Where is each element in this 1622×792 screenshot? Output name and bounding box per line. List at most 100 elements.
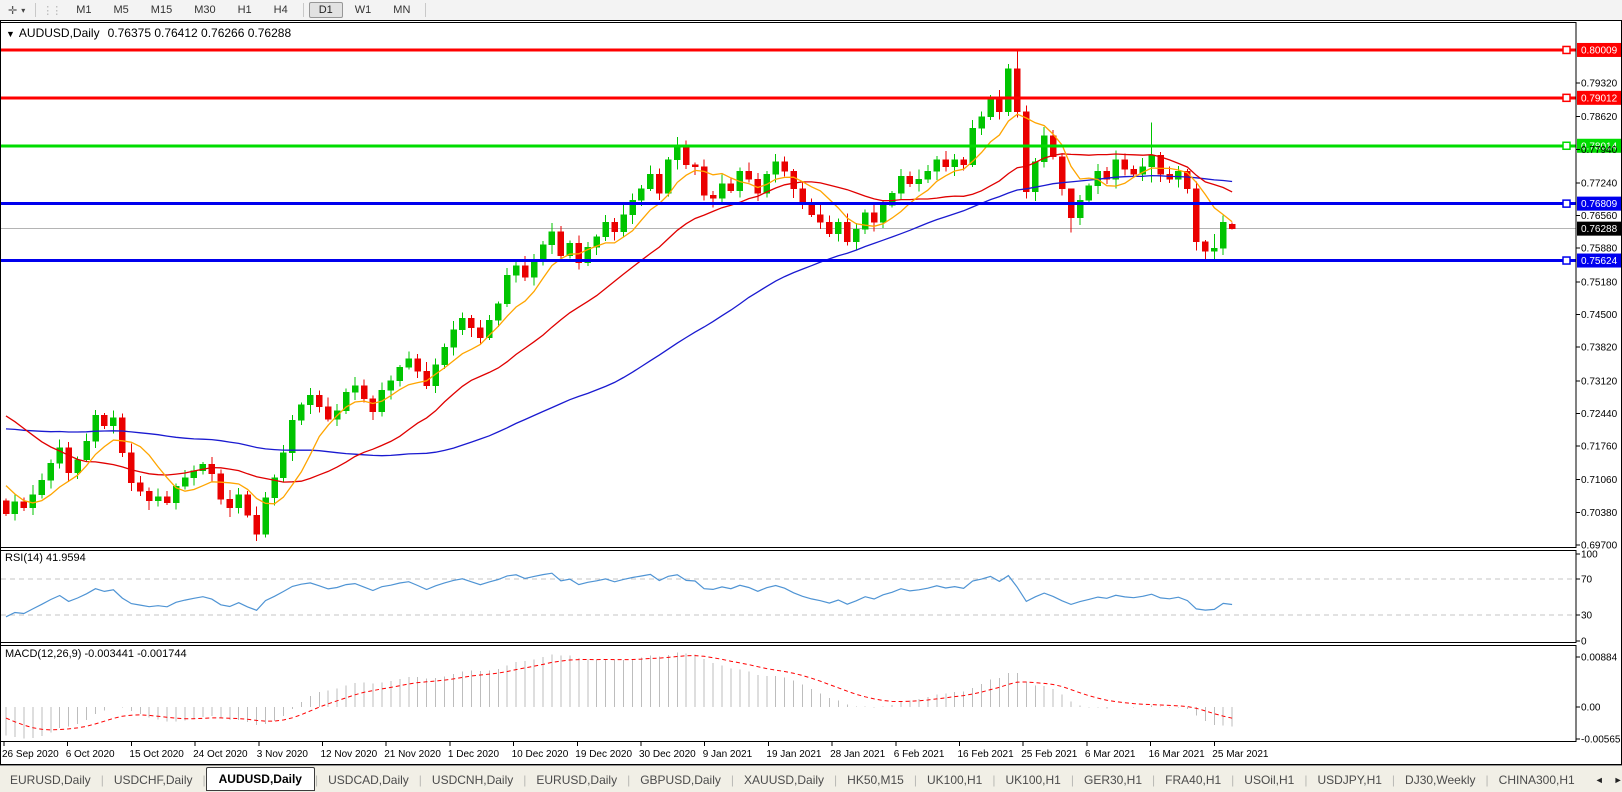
candle-body xyxy=(137,483,143,492)
rsi-axis-label: 30 xyxy=(1581,611,1593,622)
candle-body xyxy=(66,448,72,473)
candle-body xyxy=(101,415,107,426)
candle-body xyxy=(871,213,877,223)
timeframe-button-D1[interactable]: D1 xyxy=(309,2,343,18)
chart-tab-HK50-M15[interactable]: HK50,M15 xyxy=(837,769,914,791)
candle-body xyxy=(406,359,412,368)
chart-tab-USDCNH-Daily[interactable]: USDCNH,Daily xyxy=(422,769,523,791)
candle-body xyxy=(996,97,1002,111)
candle-body xyxy=(254,515,260,534)
timeframe-toolbar: ✛▾ ⋮⋮M1M5M15M30H1H4 D1W1MN xyxy=(0,0,1622,21)
candle-body xyxy=(817,215,823,223)
toolbar-separator xyxy=(303,3,304,17)
timeframe-button-M5[interactable]: M5 xyxy=(104,2,139,18)
candle-body xyxy=(110,418,116,426)
chart-title-symbol: AUDUSD,Daily xyxy=(19,26,100,40)
candle-body xyxy=(236,495,242,508)
candle-body xyxy=(692,165,698,167)
candle-body xyxy=(1023,112,1029,192)
timeframe-button-M30[interactable]: M30 xyxy=(184,2,225,18)
timeframe-button-H1[interactable]: H1 xyxy=(228,2,262,18)
candle-body xyxy=(782,162,788,172)
candle-body xyxy=(943,160,949,167)
candle-body xyxy=(549,232,555,245)
chart-tab-UK100-H1[interactable]: UK100,H1 xyxy=(995,769,1070,791)
date-tick-label: 12 Nov 2020 xyxy=(321,749,378,760)
timeframe-button-M15[interactable]: M15 xyxy=(141,2,182,18)
timeframe-button-M1[interactable]: M1 xyxy=(66,2,101,18)
candle-body xyxy=(880,205,886,222)
candle-body xyxy=(1122,160,1128,170)
chart-tab-USDCAD-Daily[interactable]: USDCAD,Daily xyxy=(318,769,419,791)
price-tick-label: 0.76560 xyxy=(1581,211,1618,222)
hline-price-label: 0.80009 xyxy=(1581,45,1618,56)
candle-body xyxy=(451,330,457,347)
candle-body xyxy=(442,347,448,365)
hline-price-label: 0.76809 xyxy=(1581,199,1618,210)
date-tick-label: 16 Feb 2021 xyxy=(958,749,1015,760)
tab-scroll-controls: ◄► xyxy=(1585,775,1622,785)
toolbar-separator xyxy=(35,3,36,17)
chart-tab-EURUSD-Daily[interactable]: EURUSD,Daily xyxy=(526,769,627,791)
candle-body xyxy=(826,222,832,234)
price-tick-label: 0.77240 xyxy=(1581,178,1618,189)
candle-body xyxy=(952,160,958,167)
candle-body xyxy=(961,160,967,165)
candle-body xyxy=(1113,160,1119,179)
candle-body xyxy=(316,395,322,407)
chart-tab-USDJPY-H1[interactable]: USDJPY,H1 xyxy=(1307,769,1391,791)
chart-tab-AUDUSD-Daily[interactable]: AUDUSD,Daily xyxy=(206,767,315,791)
price-tick-label: 0.77940 xyxy=(1581,145,1618,156)
price-tick-label: 0.75180 xyxy=(1581,277,1618,288)
hline-handle xyxy=(1563,94,1570,101)
candle-body xyxy=(638,189,644,201)
chart-tab-UK100-H1[interactable]: UK100,H1 xyxy=(917,769,992,791)
timeframe-button-MN[interactable]: MN xyxy=(383,2,420,18)
chart-tab-EURUSD-Daily[interactable]: EURUSD,Daily xyxy=(0,769,101,791)
date-tick-label: 19 Jan 2021 xyxy=(766,749,821,760)
tab-scroll-right-icon[interactable]: ► xyxy=(1614,775,1622,785)
candle-body xyxy=(12,502,18,514)
chart-tabs-bar: EURUSD,Daily|USDCHF,Daily|AUDUSD,Daily|U… xyxy=(0,765,1622,792)
chart-title: ▼AUDUSD,Daily0.76375 0.76412 0.76266 0.7… xyxy=(6,26,291,40)
rsi-axis-label: 70 xyxy=(1581,575,1593,586)
candle-body xyxy=(164,497,170,503)
date-tick-label: 6 Oct 2020 xyxy=(66,749,115,760)
chart-tab-XAUUSD-Daily[interactable]: XAUUSD,Daily xyxy=(734,769,834,791)
candle-body xyxy=(182,478,188,487)
candle-body xyxy=(48,463,54,480)
chart-tab-FRA40-H1[interactable]: FRA40,H1 xyxy=(1155,769,1231,791)
main-chart-svg[interactable]: 0.762880.800090.790120.780140.768090.756… xyxy=(0,20,1622,765)
price-tick-label: 0.71760 xyxy=(1581,442,1618,453)
candle-body xyxy=(1014,69,1020,112)
chart-tab-DJ30-Weekly[interactable]: DJ30,Weekly xyxy=(1395,769,1485,791)
toolbar-grip[interactable]: ⋮⋮ xyxy=(40,4,65,17)
hline-price-label: 0.79012 xyxy=(1581,93,1618,104)
timeframe-button-H4[interactable]: H4 xyxy=(264,2,298,18)
chart-tab-USDCHF-Daily[interactable]: USDCHF,Daily xyxy=(104,769,203,791)
crosshair-tool-button[interactable]: ✛ xyxy=(0,3,21,18)
date-tick-label: 6 Feb 2021 xyxy=(894,749,945,760)
timeframe-button-W1[interactable]: W1 xyxy=(345,2,382,18)
candle-body xyxy=(361,386,367,399)
price-tick-label: 0.75880 xyxy=(1581,244,1618,255)
candle-body xyxy=(370,399,376,412)
date-tick-label: 25 Feb 2021 xyxy=(1021,749,1078,760)
candle-body xyxy=(227,499,233,507)
candle-body xyxy=(934,160,940,172)
chart-dropdown-icon[interactable]: ▼ xyxy=(6,29,15,39)
tab-scroll-left-icon[interactable]: ◄ xyxy=(1595,775,1604,785)
hline-handle xyxy=(1563,46,1570,53)
tool-dropdown-caret[interactable]: ▾ xyxy=(21,6,31,15)
candle-body xyxy=(424,371,430,385)
chart-tab-CHINA300-H1[interactable]: CHINA300,H1 xyxy=(1489,769,1585,791)
candle-body xyxy=(979,117,985,129)
chart-tab-GBPUSD-Daily[interactable]: GBPUSD,Daily xyxy=(630,769,731,791)
candle-body xyxy=(84,441,90,459)
candle-body xyxy=(791,171,797,188)
candle-body xyxy=(522,266,528,278)
candle-body xyxy=(325,407,331,419)
chart-tab-GER30-H1[interactable]: GER30,H1 xyxy=(1074,769,1152,791)
chart-tab-USOil-H1[interactable]: USOil,H1 xyxy=(1234,769,1304,791)
price-tick-label: 0.78620 xyxy=(1581,112,1618,123)
